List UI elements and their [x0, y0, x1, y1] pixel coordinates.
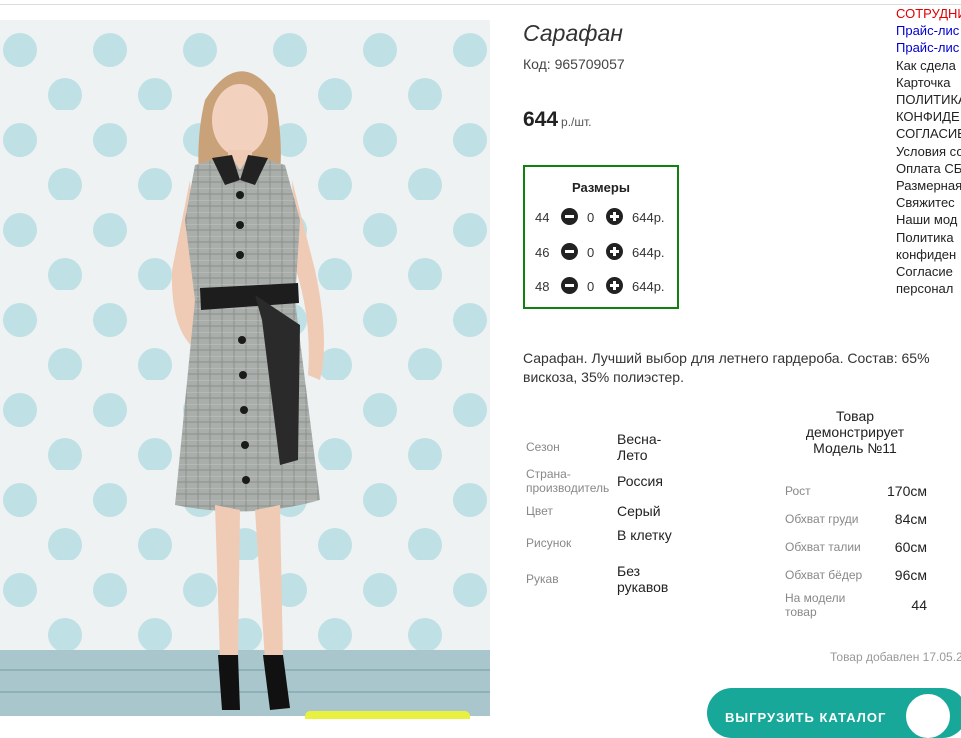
bottom-tab[interactable] [305, 711, 470, 719]
download-icon [904, 692, 952, 738]
attribute-value: Серый [617, 503, 661, 519]
size-quantity[interactable]: 0 [587, 245, 594, 260]
price-value: 644 [523, 108, 559, 131]
price-unit: р./шт. [561, 115, 592, 129]
sidebar-link-agreement[interactable]: Согласие [896, 263, 961, 280]
sidebar-link-company-card[interactable]: Карточка [896, 74, 961, 91]
download-catalog-button[interactable]: ВЫГРУЗИТЬ КАТАЛОГ [707, 688, 961, 738]
sizes-title: Размеры [572, 180, 630, 195]
sidebar-link-size-chart[interactable]: Размерная [896, 177, 961, 194]
size-quantity[interactable]: 0 [587, 210, 594, 225]
model-param-value: 170см [887, 483, 927, 499]
model-param-label: Обхват бёдер [785, 568, 863, 582]
attribute-value: Без рукавов [617, 563, 669, 595]
size-quantity[interactable]: 0 [587, 279, 594, 294]
minus-icon[interactable] [561, 243, 578, 260]
size-price: 644р. [632, 210, 665, 225]
sidebar-link-privacy-cont[interactable]: конфиден [896, 246, 961, 263]
sidebar-link-policy[interactable]: ПОЛИТИКА [896, 91, 961, 108]
product-photo-image [0, 20, 490, 716]
sidebar-link-sbp-payment[interactable]: Оплата СБ [896, 160, 961, 177]
model-param-value: 60см [894, 539, 927, 555]
sidebar-link-consent[interactable]: СОГЛАСИЕ [896, 125, 961, 142]
top-divider [0, 4, 961, 5]
model-heading: Товар демонстрирует Модель №11 [805, 408, 905, 456]
sidebar-link-staff[interactable]: СОТРУДНИ [896, 5, 961, 22]
product-title: Сарафан [523, 20, 623, 46]
product-photo[interactable] [0, 20, 490, 716]
sidebar-link-terms[interactable]: Условия со [896, 143, 961, 160]
sidebar-link-contact[interactable]: Свяжитес [896, 194, 961, 211]
attribute-value: Россия [617, 473, 663, 489]
attribute-value: Весна-Лето [617, 431, 662, 463]
sidebar-link-how-to-order[interactable]: Как сдела [896, 57, 961, 74]
model-param-value: 84см [894, 511, 927, 527]
size-label: 44 [535, 210, 550, 225]
minus-icon[interactable] [561, 208, 578, 225]
attribute-label: Сезон [526, 440, 560, 454]
attribute-label: Страна-производитель [526, 467, 610, 495]
sidebar-link-models[interactable]: Наши мод [896, 211, 961, 228]
sizes-panel: Размеры 44 0 644р. 46 0 644р. 48 0 644р. [523, 165, 679, 309]
attribute-label: Рукав [526, 572, 559, 586]
size-price: 644р. [632, 279, 665, 294]
size-label: 46 [535, 245, 550, 260]
plus-icon[interactable] [606, 243, 623, 260]
sidebar-link-privacy[interactable]: Политика [896, 229, 961, 246]
model-param-label: На модели товар [785, 591, 846, 619]
plus-icon[interactable] [606, 208, 623, 225]
product-code: Код: 965709057 [523, 56, 625, 72]
model-param-label: Обхват груди [785, 512, 859, 526]
minus-icon[interactable] [561, 277, 578, 294]
product-description: Сарафан. Лучший выбор для летнего гардер… [523, 350, 930, 385]
size-price: 644р. [632, 245, 665, 260]
sidebar-link-agreement-cont[interactable]: персонал [896, 280, 961, 297]
model-param-label: Обхват талии [785, 540, 861, 554]
attribute-label: Рисунок [526, 536, 572, 550]
model-param-label: Рост [785, 484, 811, 498]
attribute-value: В клетку [617, 527, 672, 543]
model-param-value: 96см [894, 567, 927, 583]
sidebar-links: СОТРУДНИ Прайс-лис Прайс-лис Как сдела К… [896, 5, 961, 297]
added-date: Товар добавлен 17.05.2 [830, 650, 961, 664]
product-price: 644 р./шт. [523, 108, 592, 132]
sidebar-link-pricelist-1[interactable]: Прайс-лис [896, 22, 961, 39]
plus-icon[interactable] [606, 277, 623, 294]
sidebar-link-pricelist-2[interactable]: Прайс-лис [896, 39, 961, 56]
size-label: 48 [535, 279, 550, 294]
model-param-value: 44 [911, 597, 927, 613]
sidebar-link-policy-cont[interactable]: КОНФИДЕ [896, 108, 961, 125]
download-catalog-label: ВЫГРУЗИТЬ КАТАЛОГ [725, 710, 887, 725]
attribute-label: Цвет [526, 504, 553, 518]
